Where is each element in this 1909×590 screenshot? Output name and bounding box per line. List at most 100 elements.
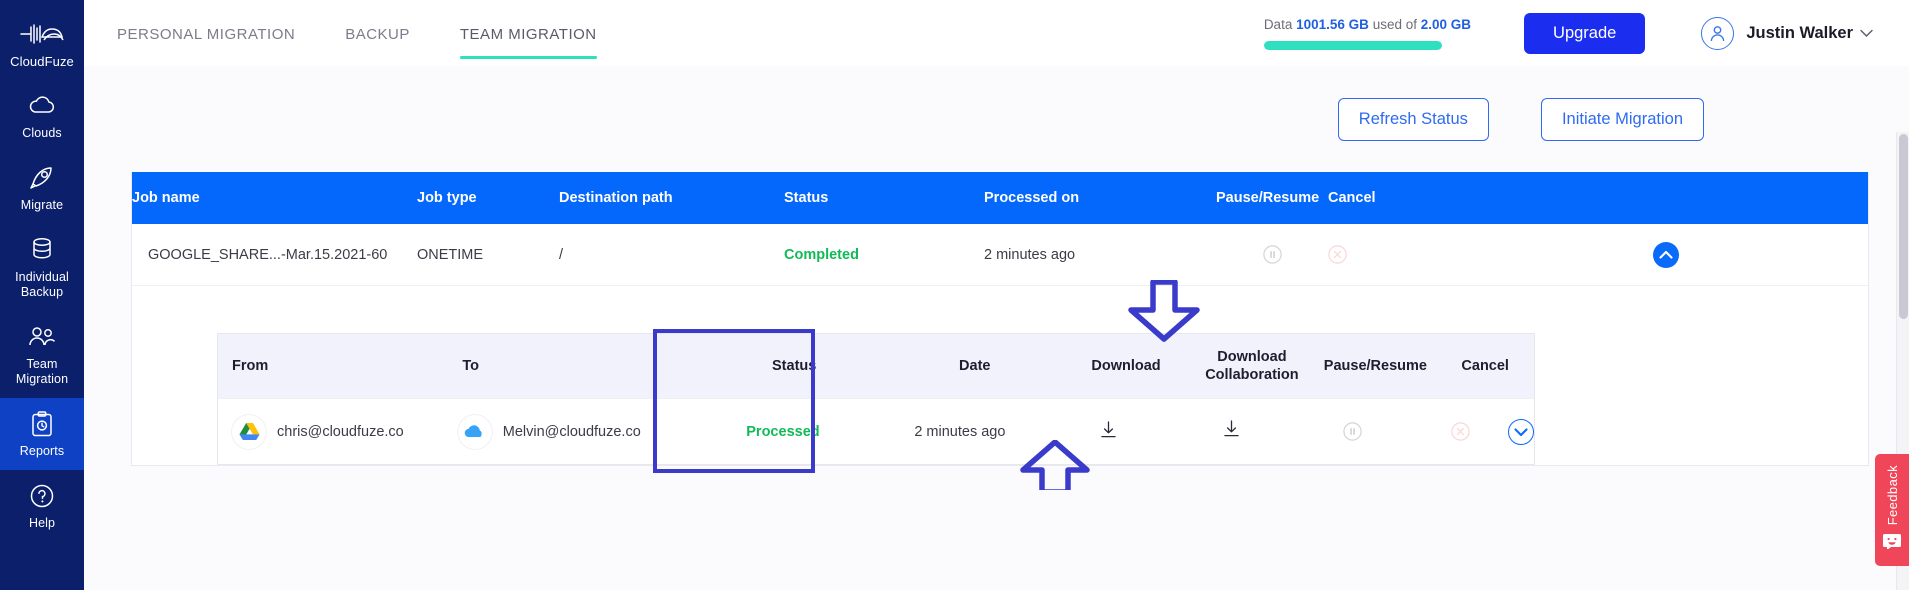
help-circle-icon — [29, 481, 55, 511]
data-usage: Data 1001.56 GB used of 2.00 GB — [1264, 17, 1471, 50]
sidebar-brand-label: CloudFuze — [10, 54, 74, 69]
sidebar-item-label: Individual Backup — [15, 270, 69, 300]
sidebar-item-label: Team Migration — [16, 357, 68, 387]
chevron-down-icon — [1860, 29, 1873, 38]
cancel-button[interactable] — [1328, 245, 1464, 264]
download-collab-line1: Download — [1189, 348, 1314, 366]
data-usage-bar-fill — [1264, 41, 1442, 50]
action-button-row: Refresh Status Initiate Migration — [84, 66, 1909, 141]
tab-team-migration[interactable]: TEAM MIGRATION — [460, 0, 597, 66]
clipboard-clock-icon — [30, 409, 54, 439]
data-usage-bar — [1264, 41, 1442, 50]
content-area: Refresh Status Initiate Migration Job na… — [84, 66, 1909, 590]
sub-column-header-pause-resume: Pause/Resume — [1314, 358, 1436, 374]
app-root: CloudFuze Clouds Migrate — [0, 0, 1909, 590]
sidebar-item-team-migration[interactable]: Team Migration — [0, 311, 84, 398]
sidebar-item-reports[interactable]: Reports — [0, 398, 84, 470]
sub-cancel-button[interactable] — [1412, 422, 1508, 441]
main-area: PERSONAL MIGRATION BACKUP TEAM MIGRATION… — [84, 0, 1909, 590]
cancel-circle-icon — [1328, 245, 1347, 264]
sub-pause-resume-button[interactable] — [1293, 422, 1413, 441]
sidebar-item-label: Clouds — [22, 126, 62, 141]
cloudfuze-logo-icon — [20, 19, 64, 49]
user-name: Justin Walker — [1746, 24, 1853, 43]
sidebar-item-label: Migrate — [21, 198, 63, 213]
sub-table: From To Status Date Download Download Co… — [217, 333, 1535, 465]
chevron-down-circle-icon — [1508, 419, 1534, 445]
pause-resume-button[interactable] — [1216, 245, 1328, 264]
cell-job-name: GOOGLE_SHARE...-Mar.15.2021-60 — [132, 247, 417, 263]
nav-tabs: PERSONAL MIGRATION BACKUP TEAM MIGRATION — [117, 0, 647, 66]
data-usage-prefix: Data — [1264, 17, 1293, 32]
sub-column-header-download-collaboration: Download Collaboration — [1189, 348, 1314, 384]
sidebar-item-migrate[interactable]: Migrate — [0, 152, 84, 224]
sidebar-brand[interactable]: CloudFuze — [0, 8, 84, 80]
chevron-up-circle-icon — [1653, 242, 1679, 268]
sub-column-header-download: Download — [1063, 358, 1190, 374]
to-email: Melvin@cloudfuze.co — [503, 424, 641, 440]
user-avatar-icon — [1701, 17, 1734, 50]
column-header-job-type: Job type — [417, 190, 559, 206]
pause-circle-icon — [1263, 245, 1282, 264]
column-header-cancel: Cancel — [1328, 190, 1464, 206]
initiate-migration-button[interactable]: Initiate Migration — [1541, 98, 1704, 141]
data-usage-total: 2.00 GB — [1421, 17, 1471, 32]
sub-column-header-from: From — [218, 358, 462, 374]
tab-personal-migration[interactable]: PERSONAL MIGRATION — [117, 0, 295, 66]
cell-status: Completed — [784, 247, 984, 263]
sub-table-row: chris@cloudfuze.co Melvin@cloudfuze.co — [218, 398, 1534, 464]
sub-row-expand-toggle[interactable] — [1508, 419, 1534, 445]
column-header-job-name: Job name — [132, 190, 417, 206]
tab-backup[interactable]: BACKUP — [345, 0, 410, 66]
cancel-circle-icon — [1451, 422, 1470, 441]
download-collab-line2: Collaboration — [1189, 366, 1314, 384]
jobs-table-header: Job name Job type Destination path Statu… — [132, 172, 1868, 224]
header-right: Data 1001.56 GB used of 2.00 GB Upgrade — [1264, 13, 1909, 54]
jobs-table: Job name Job type Destination path Statu… — [131, 172, 1869, 466]
download-button[interactable] — [1046, 421, 1170, 443]
cell-to: Melvin@cloudfuze.co — [458, 415, 692, 449]
sidebar-item-help[interactable]: Help — [0, 470, 84, 542]
cell-processed-on: 2 minutes ago — [984, 247, 1216, 263]
cell-date: 2 minutes ago — [874, 424, 1046, 440]
top-header: PERSONAL MIGRATION BACKUP TEAM MIGRATION… — [84, 0, 1909, 66]
sub-column-header-status: Status — [701, 358, 886, 374]
cell-from: chris@cloudfuze.co — [218, 415, 458, 449]
sidebar-item-individual-backup[interactable]: Individual Backup — [0, 224, 84, 311]
download-icon — [1223, 426, 1240, 442]
sidebar-item-label: Reports — [20, 444, 64, 459]
user-menu[interactable]: Justin Walker — [1701, 17, 1873, 50]
sidebar-item-clouds[interactable]: Clouds — [0, 80, 84, 152]
pause-circle-icon — [1343, 422, 1362, 441]
download-icon — [1100, 427, 1117, 443]
scrollbar-thumb[interactable] — [1899, 134, 1908, 319]
column-header-pause-resume: Pause/Resume — [1216, 190, 1328, 206]
refresh-status-button[interactable]: Refresh Status — [1338, 98, 1489, 141]
table-row: GOOGLE_SHARE...-Mar.15.2021-60 ONETIME /… — [132, 224, 1868, 286]
upgrade-button[interactable]: Upgrade — [1524, 13, 1645, 54]
data-usage-text: Data 1001.56 GB used of 2.00 GB — [1264, 17, 1471, 32]
cloud-icon — [28, 91, 56, 121]
feedback-tab[interactable]: Feedback — [1875, 454, 1909, 566]
from-email: chris@cloudfuze.co — [277, 424, 404, 440]
google-drive-icon — [232, 415, 266, 449]
column-header-status: Status — [784, 190, 984, 206]
cell-job-type: ONETIME — [417, 247, 559, 263]
data-usage-middle: used of — [1373, 17, 1417, 32]
sidebar: CloudFuze Clouds Migrate — [0, 0, 84, 590]
users-icon — [27, 322, 57, 352]
column-header-destination-path: Destination path — [559, 190, 784, 206]
row-collapse-toggle[interactable] — [1464, 242, 1868, 268]
feedback-smiley-icon — [1882, 533, 1902, 554]
sidebar-item-label: Help — [29, 516, 55, 531]
feedback-label: Feedback — [1885, 465, 1900, 525]
sub-column-header-date: Date — [887, 358, 1063, 374]
cell-sub-status: Processed — [692, 424, 874, 440]
sub-column-header-cancel: Cancel — [1436, 358, 1534, 374]
database-icon — [31, 235, 53, 265]
sub-column-header-to: To — [462, 358, 701, 374]
download-collaboration-button[interactable] — [1170, 420, 1292, 443]
onedrive-icon — [458, 415, 492, 449]
expanded-detail-panel: From To Status Date Download Download Co… — [132, 286, 1868, 465]
column-header-processed-on: Processed on — [984, 190, 1216, 206]
